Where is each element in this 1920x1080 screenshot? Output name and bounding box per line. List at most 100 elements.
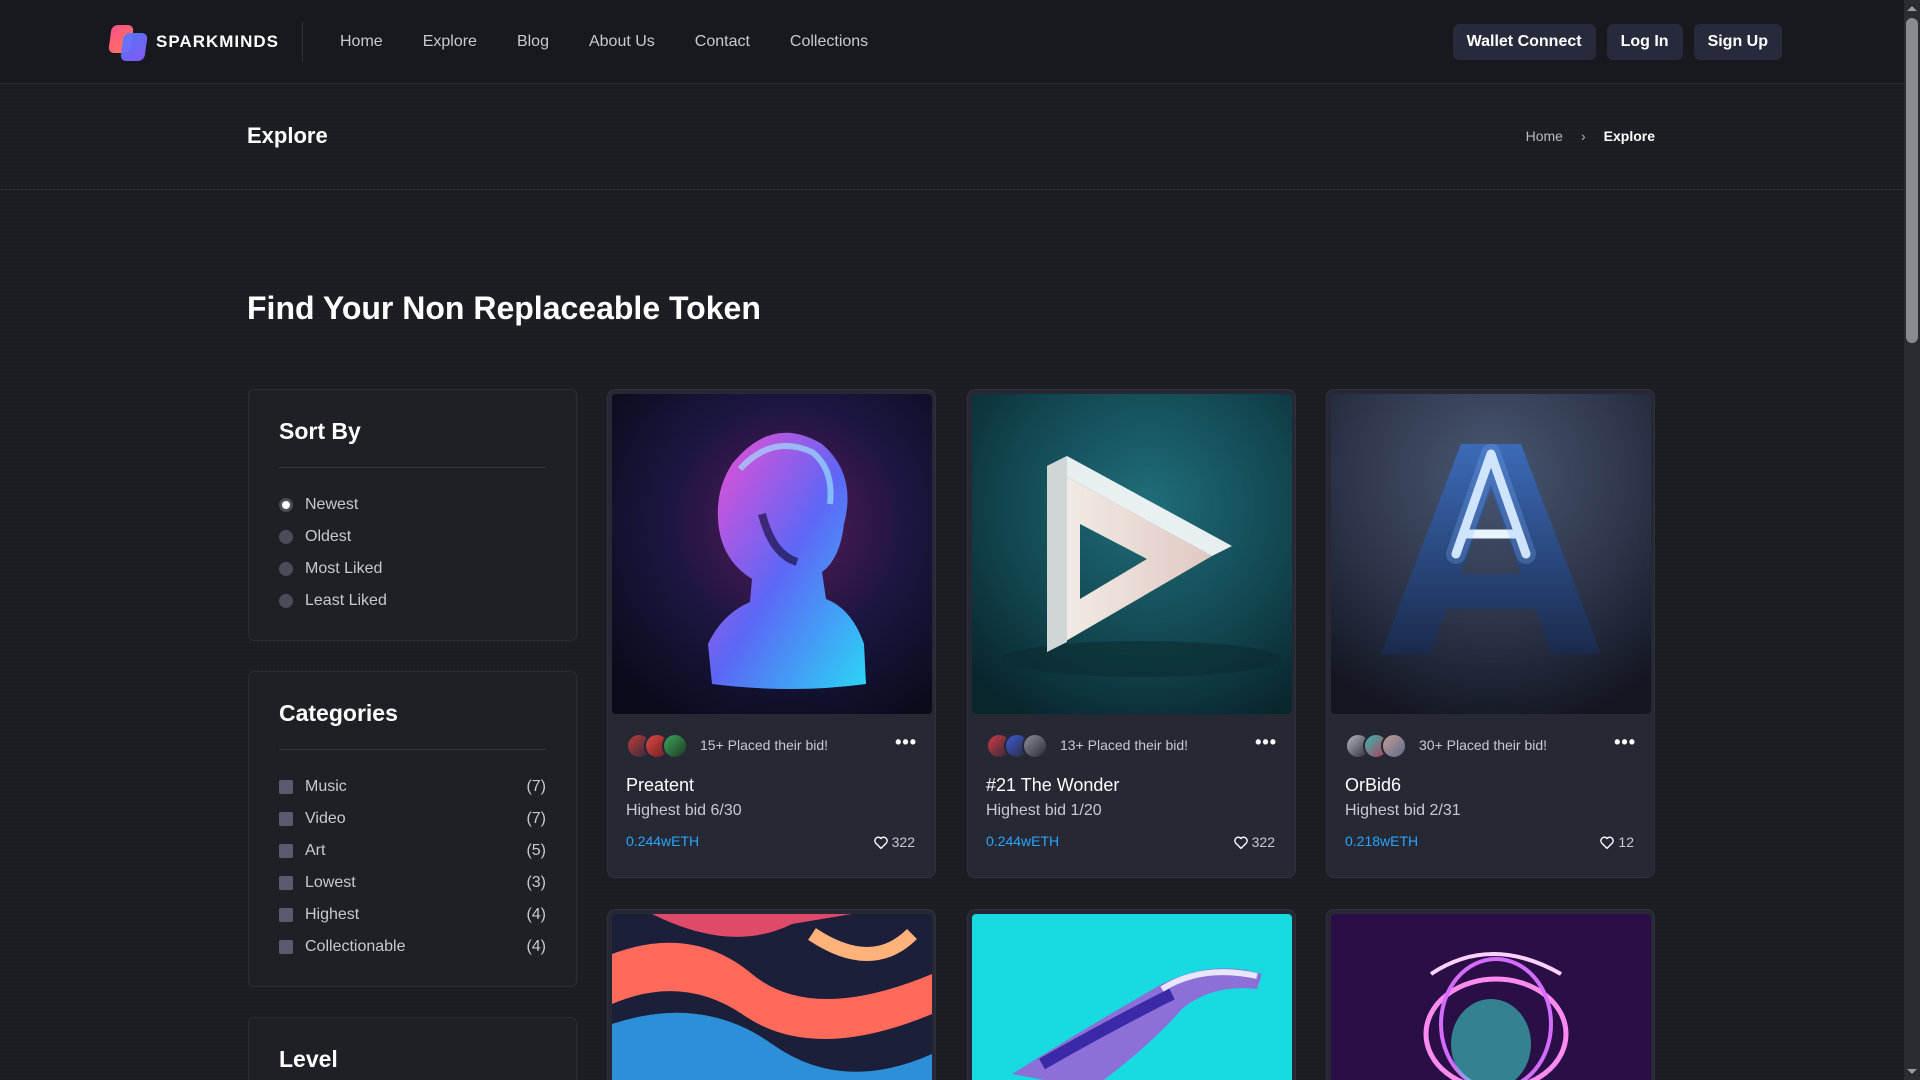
checkbox-icon[interactable] [279, 812, 293, 826]
like-button[interactable]: 322 [1233, 834, 1275, 850]
divider [279, 467, 546, 468]
checkbox-icon[interactable] [279, 876, 293, 890]
nft-card[interactable] [607, 909, 936, 1080]
nav-home[interactable]: Home [340, 33, 383, 51]
category-video[interactable]: Video (7) [279, 809, 546, 829]
categories-panel: Categories Music (7) Video (7) Art (5) Lowe… [248, 671, 577, 987]
nft-card[interactable]: 13+ Placed their bid! ••• #21 The Wonder… [967, 389, 1296, 878]
checkbox-icon[interactable] [279, 780, 293, 794]
brand-logo[interactable]: SPARKMINDS [108, 22, 280, 62]
nft-image[interactable] [1331, 394, 1651, 714]
nft-image[interactable] [1331, 914, 1651, 1080]
page-title: Explore [247, 123, 328, 148]
bidder-avatars [1345, 733, 1407, 759]
nav-about-us[interactable]: About Us [589, 33, 655, 51]
nft-card[interactable]: 30+ Placed their bid! ••• OrBid6 Highest… [1326, 389, 1655, 878]
main-nav: Home Explore Blog About Us Contact Colle… [340, 0, 868, 84]
nft-image[interactable] [972, 914, 1292, 1080]
sort-option-newest[interactable]: Newest [279, 495, 546, 515]
nav-explore[interactable]: Explore [423, 33, 477, 51]
category-label: Highest [305, 906, 360, 923]
section-headline: Find Your Non Replaceable Token [247, 290, 761, 326]
sort-option-most-liked[interactable]: Most Liked [279, 559, 546, 579]
nft-card[interactable]: 15+ Placed their bid! ••• Preatent Highe… [607, 389, 936, 878]
sort-option-label: Oldest [305, 528, 352, 545]
category-lowest[interactable]: Lowest (3) [279, 873, 546, 893]
highest-bid: Highest bid 1/20 [986, 802, 1102, 819]
nft-price: 0.218wETH [1345, 833, 1419, 849]
page-scrollbar[interactable] [1904, 0, 1920, 1080]
heart-icon [873, 836, 888, 849]
category-count: (5) [526, 842, 546, 859]
nft-image[interactable] [612, 394, 932, 714]
sort-option-label: Newest [305, 496, 359, 513]
header-actions: Wallet Connect Log In Sign Up [1452, 24, 1782, 60]
radio-icon[interactable] [279, 562, 293, 576]
checkbox-icon[interactable] [279, 940, 293, 954]
sort-option-least-liked[interactable]: Least Liked [279, 591, 546, 611]
login-button[interactable]: Log In [1606, 24, 1683, 60]
more-options-icon[interactable]: ••• [895, 732, 917, 753]
brand-name: SPARKMINDS [156, 32, 280, 51]
category-collectionable[interactable]: Collectionable (4) [279, 937, 546, 957]
like-count: 12 [1618, 834, 1634, 850]
like-button[interactable]: 12 [1600, 834, 1634, 850]
nft-name[interactable]: OrBid6 [1345, 775, 1401, 796]
like-count: 322 [1251, 834, 1275, 850]
nft-image[interactable] [612, 914, 932, 1080]
nft-image[interactable] [972, 394, 1292, 714]
breadcrumb-home[interactable]: Home [1526, 128, 1563, 144]
heart-icon [1600, 836, 1615, 849]
bid-count-text: 13+ Placed their bid! [1060, 737, 1189, 753]
divider [279, 749, 546, 750]
categories-title: Categories [279, 700, 398, 726]
nav-contact[interactable]: Contact [695, 33, 750, 51]
signup-button[interactable]: Sign Up [1693, 24, 1782, 60]
nft-card[interactable] [1326, 909, 1655, 1080]
category-label: Lowest [305, 874, 356, 891]
nft-card[interactable] [967, 909, 1296, 1080]
more-options-icon[interactable]: ••• [1255, 732, 1277, 753]
checkbox-icon[interactable] [279, 908, 293, 922]
top-header: SPARKMINDS Home Explore Blog About Us Co… [0, 0, 1904, 84]
sort-title: Sort By [279, 418, 361, 444]
highest-bid: Highest bid 2/31 [1345, 802, 1461, 819]
radio-selected-icon[interactable] [279, 498, 293, 512]
logo-icon [108, 23, 148, 61]
bidder-avatars [626, 733, 688, 759]
category-count: (3) [526, 874, 546, 891]
radio-icon[interactable] [279, 594, 293, 608]
wallet-connect-button[interactable]: Wallet Connect [1452, 24, 1596, 60]
category-label: Art [305, 842, 326, 859]
category-label: Video [305, 810, 346, 827]
bid-count-text: 15+ Placed their bid! [700, 737, 829, 753]
more-options-icon[interactable]: ••• [1614, 732, 1636, 753]
category-label: Music [305, 778, 347, 795]
category-highest[interactable]: Highest (4) [279, 905, 546, 925]
like-button[interactable]: 322 [873, 834, 915, 850]
sort-option-label: Most Liked [305, 560, 383, 577]
checkbox-icon[interactable] [279, 844, 293, 858]
level-title: Level [279, 1046, 338, 1072]
breadcrumb-current: Explore [1603, 128, 1655, 144]
bidder-avatars [986, 733, 1048, 759]
avatar [662, 733, 688, 759]
category-count: (4) [526, 938, 546, 955]
category-music[interactable]: Music (7) [279, 777, 546, 797]
nav-blog[interactable]: Blog [517, 33, 549, 51]
scroll-down-icon[interactable] [1907, 1069, 1917, 1074]
sort-option-label: Least Liked [305, 592, 387, 609]
category-label: Collectionable [305, 938, 406, 955]
nft-name[interactable]: #21 The Wonder [986, 775, 1119, 796]
category-art[interactable]: Art (5) [279, 841, 546, 861]
highest-bid: Highest bid 6/30 [626, 802, 742, 819]
scroll-up-icon[interactable] [1907, 6, 1917, 11]
nft-price: 0.244wETH [626, 833, 700, 849]
nav-collections[interactable]: Collections [790, 33, 868, 51]
scrollbar-thumb[interactable] [1906, 18, 1918, 343]
sort-option-oldest[interactable]: Oldest [279, 527, 546, 547]
radio-icon[interactable] [279, 530, 293, 544]
nft-name[interactable]: Preatent [626, 775, 694, 796]
category-count: (7) [526, 810, 546, 827]
like-count: 322 [891, 834, 915, 850]
